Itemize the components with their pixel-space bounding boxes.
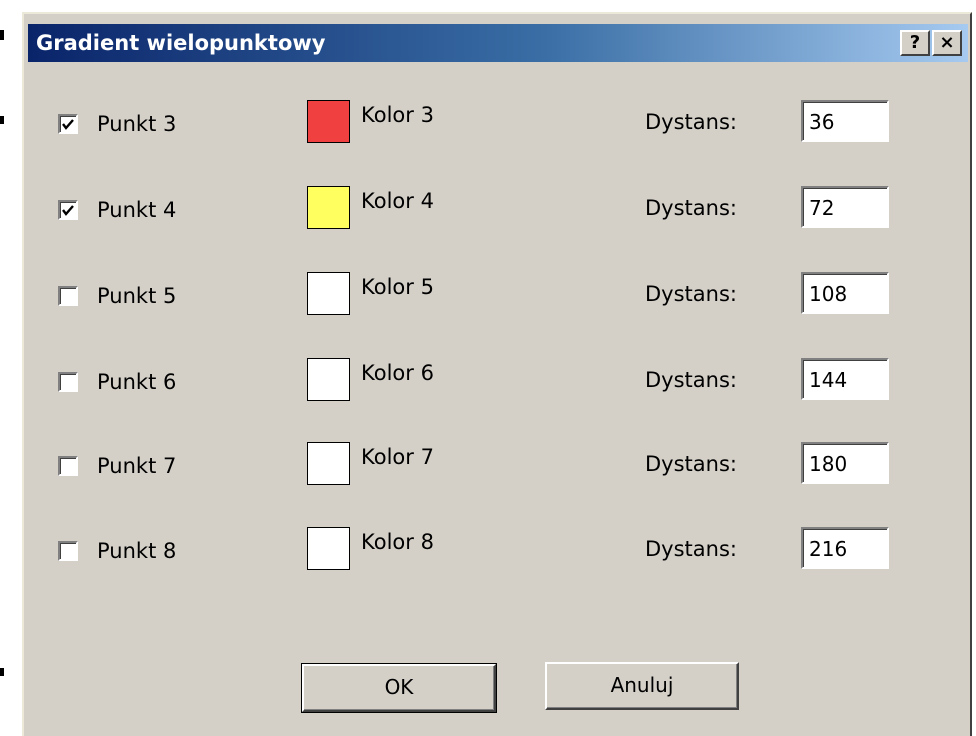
point-label[interactable]: Punkt 5	[97, 284, 176, 308]
point-checkbox[interactable]	[58, 286, 78, 306]
checkmark-icon	[62, 205, 74, 216]
color-swatch-button[interactable]	[307, 358, 350, 401]
point-checkbox[interactable]	[58, 114, 78, 134]
dialog-title: Gradient wielopunktowy	[36, 31, 326, 55]
distance-input[interactable]: 144	[801, 358, 889, 400]
distance-label: Dystans:	[645, 537, 737, 561]
distance-input[interactable]: 180	[801, 442, 889, 484]
cancel-button[interactable]: Anuluj	[545, 662, 739, 710]
edge-mark	[0, 668, 4, 676]
gradient-point-row: Punkt 4 Kolor 4 Dystans: 72	[24, 186, 974, 232]
color-label: Kolor 7	[361, 445, 434, 469]
color-swatch-button[interactable]	[307, 100, 350, 143]
distance-label: Dystans:	[645, 282, 737, 306]
color-swatch-button[interactable]	[307, 442, 350, 485]
gradient-point-row: Punkt 8 Kolor 8 Dystans: 216	[24, 527, 974, 573]
distance-input[interactable]: 216	[801, 527, 889, 569]
color-label: Kolor 6	[361, 361, 434, 385]
gradient-dialog: Gradient wielopunktowy ? × Punkt 3 Kolor…	[22, 12, 972, 736]
edge-mark	[0, 116, 4, 124]
point-label[interactable]: Punkt 4	[97, 198, 176, 222]
gradient-point-row: Punkt 5 Kolor 5 Dystans: 108	[24, 272, 974, 318]
point-checkbox[interactable]	[58, 541, 78, 561]
ok-button[interactable]: OK	[301, 663, 497, 713]
distance-label: Dystans:	[645, 368, 737, 392]
point-label[interactable]: Punkt 7	[97, 454, 176, 478]
point-label[interactable]: Punkt 8	[97, 539, 176, 563]
distance-label: Dystans:	[645, 196, 737, 220]
color-swatch-button[interactable]	[307, 186, 350, 229]
point-checkbox[interactable]	[58, 372, 78, 392]
distance-input[interactable]: 72	[801, 186, 889, 228]
distance-input[interactable]: 108	[801, 272, 889, 314]
color-swatch-button[interactable]	[307, 527, 350, 570]
point-label[interactable]: Punkt 3	[97, 112, 176, 136]
gradient-point-row: Punkt 6 Kolor 6 Dystans: 144	[24, 358, 974, 404]
title-bar[interactable]: Gradient wielopunktowy ? ×	[28, 24, 968, 62]
distance-label: Dystans:	[645, 110, 737, 134]
color-label: Kolor 4	[361, 189, 434, 213]
color-label: Kolor 8	[361, 530, 434, 554]
color-label: Kolor 3	[361, 103, 434, 127]
point-label[interactable]: Punkt 6	[97, 370, 176, 394]
close-button[interactable]: ×	[932, 30, 962, 56]
checkmark-icon	[62, 119, 74, 130]
distance-label: Dystans:	[645, 452, 737, 476]
edge-mark	[0, 30, 4, 40]
gradient-point-row: Punkt 7 Kolor 7 Dystans: 180	[24, 442, 974, 488]
color-swatch-button[interactable]	[307, 272, 350, 315]
gradient-point-row: Punkt 3 Kolor 3 Dystans: 36	[24, 100, 974, 146]
close-icon: ×	[939, 32, 955, 53]
point-checkbox[interactable]	[58, 456, 78, 476]
color-label: Kolor 5	[361, 275, 434, 299]
point-checkbox[interactable]	[58, 200, 78, 220]
distance-input[interactable]: 36	[801, 100, 889, 142]
background-window-edge	[0, 0, 4, 736]
help-button[interactable]: ?	[900, 30, 930, 56]
